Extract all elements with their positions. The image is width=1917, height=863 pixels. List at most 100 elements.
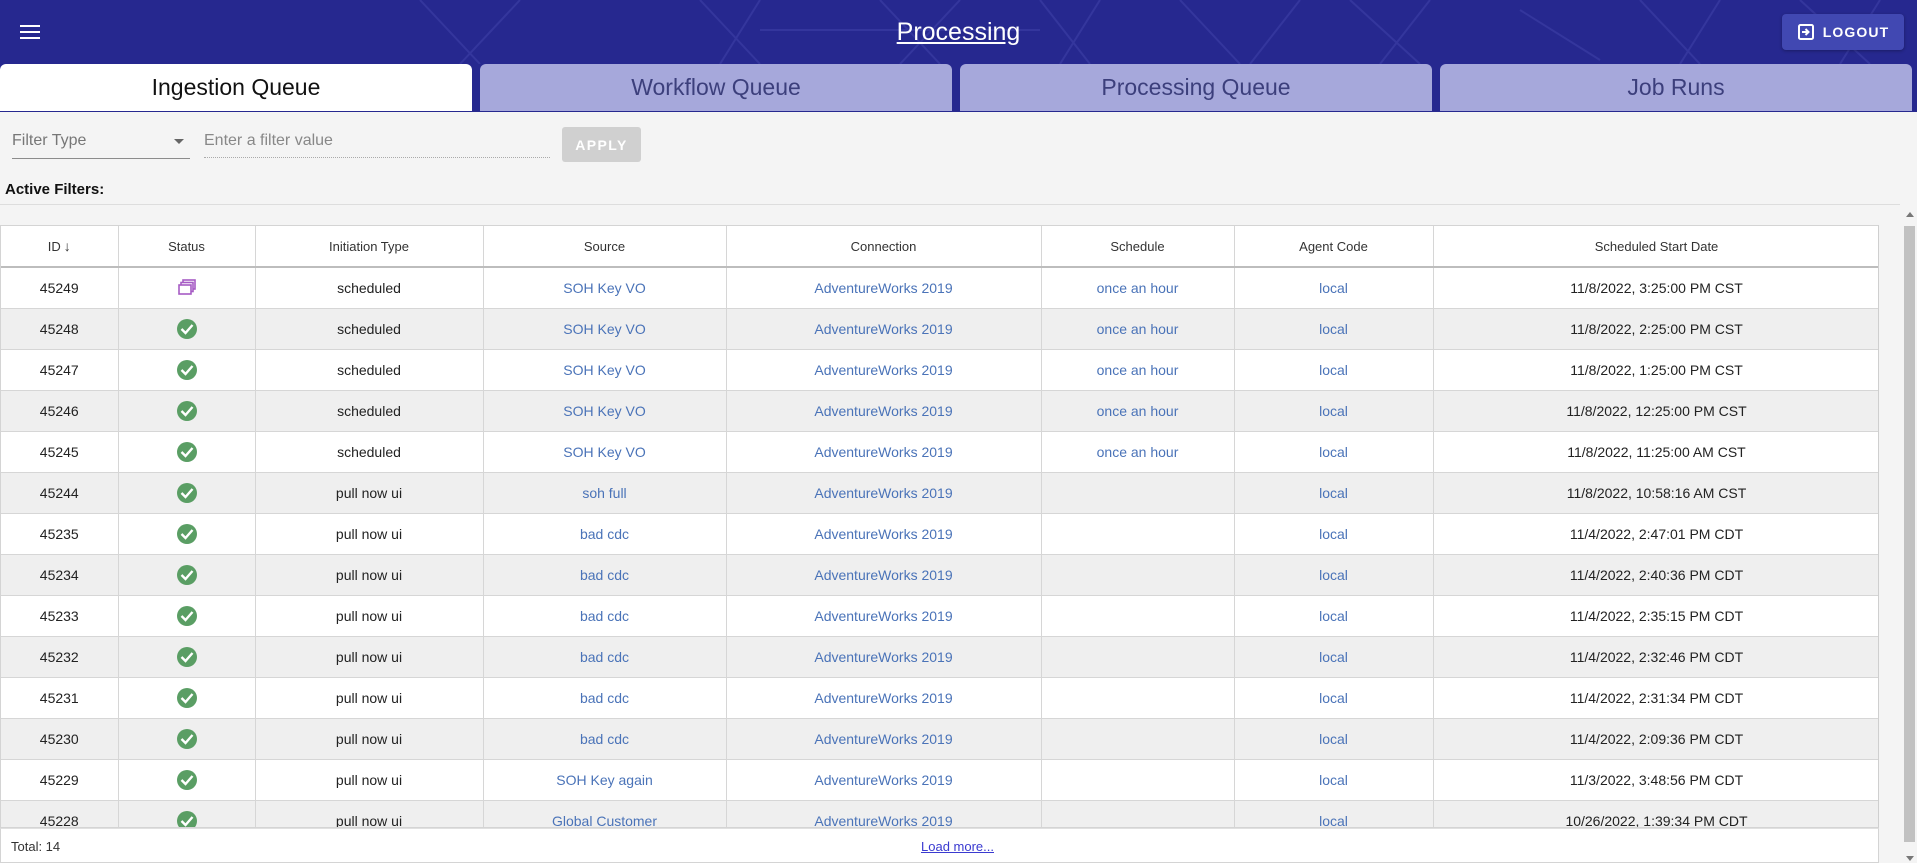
cell-source-link[interactable]: bad cdc (483, 677, 727, 719)
table-row[interactable]: 45229 pull now ui SOH Key again AdventureWo… (1, 759, 1878, 801)
cell-source-link[interactable]: bad cdc (483, 636, 727, 678)
tab-job-runs[interactable]: Job Runs (1440, 64, 1912, 111)
cell-schedule-link[interactable] (1041, 800, 1235, 827)
load-more-link[interactable]: Load more... (921, 839, 994, 854)
cell-schedule-link[interactable]: once an hour (1041, 390, 1235, 432)
cell-source-link[interactable]: SOH Key VO (483, 267, 727, 309)
tab-ingestion-queue[interactable]: Ingestion Queue (0, 64, 472, 111)
cell-source-link[interactable]: SOH Key VO (483, 431, 727, 473)
cell-status[interactable] (118, 349, 256, 391)
cell-connection-link[interactable]: AdventureWorks 2019 (726, 513, 1042, 555)
column-header-schedule[interactable]: Schedule (1041, 226, 1235, 268)
cell-schedule-link[interactable] (1041, 677, 1235, 719)
cell-source-link[interactable]: SOH Key VO (483, 349, 727, 391)
cell-source-link[interactable]: bad cdc (483, 513, 727, 555)
cell-status[interactable] (118, 513, 256, 555)
cell-connection-link[interactable]: AdventureWorks 2019 (726, 759, 1042, 801)
cell-agent-code-link[interactable]: local (1234, 431, 1434, 473)
cell-source-link[interactable]: SOH Key VO (483, 308, 727, 350)
column-header-scheduled-start-date[interactable]: Scheduled Start Date (1433, 226, 1878, 268)
cell-agent-code-link[interactable]: local (1234, 677, 1434, 719)
cell-agent-code-link[interactable]: local (1234, 308, 1434, 350)
cell-agent-code-link[interactable]: local (1234, 759, 1434, 801)
cell-source-link[interactable]: Global Customer (483, 800, 727, 827)
cell-connection-link[interactable]: AdventureWorks 2019 (726, 472, 1042, 514)
cell-agent-code-link[interactable]: local (1234, 800, 1434, 827)
menu-button[interactable] (14, 16, 46, 48)
cell-connection-link[interactable]: AdventureWorks 2019 (726, 431, 1042, 473)
column-header-initiation-type[interactable]: Initiation Type (255, 226, 484, 268)
cell-connection-link[interactable]: AdventureWorks 2019 (726, 554, 1042, 596)
cell-connection-link[interactable]: AdventureWorks 2019 (726, 800, 1042, 827)
cell-connection-link[interactable]: AdventureWorks 2019 (726, 677, 1042, 719)
filter-type-select[interactable]: Filter Type (12, 125, 190, 159)
cell-status[interactable] (118, 390, 256, 432)
column-header-status[interactable]: Status (118, 226, 256, 268)
cell-schedule-link[interactable]: once an hour (1041, 267, 1235, 309)
column-header-source[interactable]: Source (483, 226, 727, 268)
cell-connection-link[interactable]: AdventureWorks 2019 (726, 267, 1042, 309)
column-header-agent-code[interactable]: Agent Code (1234, 226, 1434, 268)
table-row[interactable]: 45234 pull now ui bad cdc AdventureWorks 20… (1, 554, 1878, 596)
table-row[interactable]: 45247 scheduled SOH Key VO AdventureWorks 2… (1, 349, 1878, 391)
cell-status[interactable] (118, 554, 256, 596)
cell-status[interactable] (118, 800, 256, 827)
cell-schedule-link[interactable]: once an hour (1041, 308, 1235, 350)
table-row[interactable]: 45230 pull now ui bad cdc AdventureWorks 20… (1, 718, 1878, 760)
cell-schedule-link[interactable] (1041, 636, 1235, 678)
cell-source-link[interactable]: SOH Key again (483, 759, 727, 801)
scroll-up-arrow-icon[interactable] (1906, 212, 1914, 217)
table-row[interactable]: 45246 scheduled SOH Key VO AdventureWorks 2… (1, 390, 1878, 432)
filter-value-input[interactable] (204, 125, 550, 158)
cell-status[interactable] (118, 595, 256, 637)
table-row[interactable]: 45244 pull now ui soh full AdventureWorks 2… (1, 472, 1878, 514)
table-row[interactable]: 45232 pull now ui bad cdc AdventureWorks 20… (1, 636, 1878, 678)
cell-status[interactable] (118, 267, 256, 309)
cell-status[interactable] (118, 718, 256, 760)
cell-agent-code-link[interactable]: local (1234, 349, 1434, 391)
table-row[interactable]: 45231 pull now ui bad cdc AdventureWorks 20… (1, 677, 1878, 719)
cell-agent-code-link[interactable]: local (1234, 513, 1434, 555)
cell-agent-code-link[interactable]: local (1234, 636, 1434, 678)
scrollbar-thumb[interactable] (1904, 226, 1915, 842)
cell-source-link[interactable]: bad cdc (483, 718, 727, 760)
cell-schedule-link[interactable] (1041, 595, 1235, 637)
cell-agent-code-link[interactable]: local (1234, 472, 1434, 514)
cell-connection-link[interactable]: AdventureWorks 2019 (726, 308, 1042, 350)
cell-source-link[interactable]: SOH Key VO (483, 390, 727, 432)
cell-status[interactable] (118, 636, 256, 678)
table-row[interactable]: 45228 pull now ui Global Customer Adventure… (1, 800, 1878, 827)
cell-status[interactable] (118, 677, 256, 719)
table-row[interactable]: 45249 scheduled SOH Key VO AdventureWorks 2… (1, 267, 1878, 309)
cell-source-link[interactable]: bad cdc (483, 554, 727, 596)
table-row[interactable]: 45248 scheduled SOH Key VO AdventureWorks 2… (1, 308, 1878, 350)
cell-status[interactable] (118, 431, 256, 473)
sort-arrow-down-icon[interactable]: ↓ (64, 238, 71, 254)
cell-status[interactable] (118, 308, 256, 350)
cell-connection-link[interactable]: AdventureWorks 2019 (726, 636, 1042, 678)
cell-status[interactable] (118, 472, 256, 514)
column-header-id[interactable]: ID ↓ (1, 226, 119, 268)
cell-source-link[interactable]: bad cdc (483, 595, 727, 637)
cell-agent-code-link[interactable]: local (1234, 554, 1434, 596)
cell-connection-link[interactable]: AdventureWorks 2019 (726, 595, 1042, 637)
cell-schedule-link[interactable]: once an hour (1041, 431, 1235, 473)
tab-processing-queue[interactable]: Processing Queue (960, 64, 1432, 111)
cell-status[interactable] (118, 759, 256, 801)
cell-connection-link[interactable]: AdventureWorks 2019 (726, 718, 1042, 760)
cell-connection-link[interactable]: AdventureWorks 2019 (726, 349, 1042, 391)
cell-agent-code-link[interactable]: local (1234, 267, 1434, 309)
cell-agent-code-link[interactable]: local (1234, 718, 1434, 760)
page-scrollbar[interactable] (1902, 208, 1917, 863)
cell-agent-code-link[interactable]: local (1234, 595, 1434, 637)
cell-schedule-link[interactable] (1041, 554, 1235, 596)
table-row[interactable]: 45233 pull now ui bad cdc AdventureWorks 20… (1, 595, 1878, 637)
tab-workflow-queue[interactable]: Workflow Queue (480, 64, 952, 111)
cell-schedule-link[interactable] (1041, 513, 1235, 555)
cell-source-link[interactable]: soh full (483, 472, 727, 514)
table-row[interactable]: 45235 pull now ui bad cdc AdventureWorks 20… (1, 513, 1878, 555)
cell-schedule-link[interactable]: once an hour (1041, 349, 1235, 391)
cell-schedule-link[interactable] (1041, 472, 1235, 514)
logout-button[interactable]: LOGOUT (1782, 14, 1904, 50)
cell-schedule-link[interactable] (1041, 759, 1235, 801)
